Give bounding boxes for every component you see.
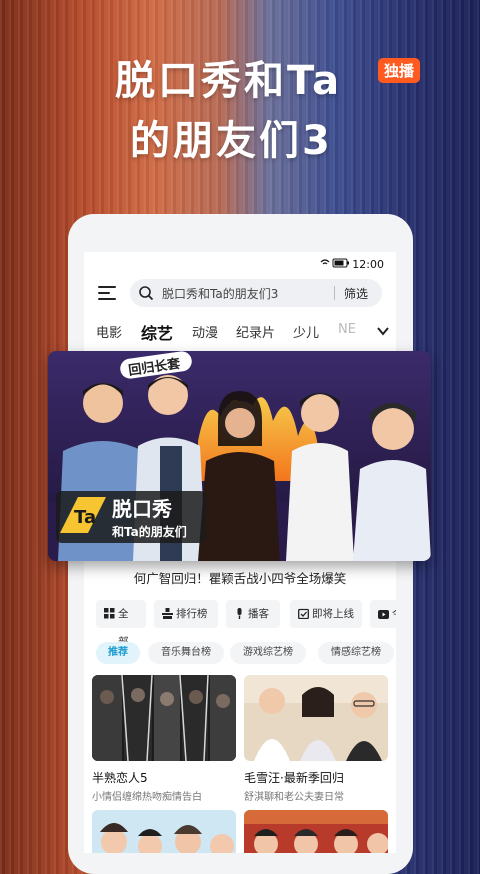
hero-banner[interactable]: Ta 脱口秀 和Ta的朋友们 回归长套	[48, 351, 431, 561]
quick-link-upcoming[interactable]: 即将上线	[290, 600, 362, 628]
pill-game-variety[interactable]: 游戏综艺榜	[230, 642, 306, 664]
tab-more[interactable]: NE	[338, 322, 356, 337]
banner-logo-subtitle: 和Ta的朋友们	[111, 524, 187, 539]
category-tabs: 电影 综艺 动漫 纪录片 少儿 NE	[96, 320, 396, 344]
quick-links: 全部 排行榜 播客 即将上线	[96, 600, 396, 648]
quick-link-today[interactable]: 今	[370, 600, 396, 628]
calendar-icon	[298, 608, 309, 619]
exclusive-badge: 独播	[378, 58, 421, 83]
clock: 12:00	[352, 258, 384, 271]
show-title: 半熟恋人5	[92, 771, 148, 785]
search-bar[interactable]: 脱口秀和Ta的朋友们3 筛选	[130, 279, 382, 307]
chevron-down-icon[interactable]	[376, 324, 390, 338]
show-subtitle: 舒淇聊和老公夫妻日常	[244, 792, 344, 803]
microphone-icon	[237, 608, 242, 619]
tv-icon	[378, 610, 389, 619]
show-thumbnail	[92, 675, 236, 761]
headline-line-2: 的朋友们3	[130, 118, 333, 164]
ranking-icon	[162, 608, 173, 619]
status-bar: 12:00	[84, 252, 396, 276]
tab-anime[interactable]: 动漫	[192, 322, 218, 341]
tab-documentary[interactable]: 纪录片	[236, 322, 275, 341]
quick-link-ranking[interactable]: 排行榜	[154, 600, 218, 628]
show-thumbnail	[244, 675, 388, 761]
quick-link-all[interactable]: 全部	[96, 600, 146, 648]
show-subtitle: 小情侣缠绵热吻痴情告白	[92, 792, 202, 803]
banner-logo-mark: Ta	[74, 507, 96, 528]
menu-icon[interactable]	[98, 286, 116, 300]
quick-link-podcast[interactable]: 播客	[226, 600, 280, 628]
search-divider	[334, 286, 335, 300]
show-thumbnail-partial[interactable]	[92, 810, 236, 853]
signal-battery-icon	[320, 258, 350, 271]
headline-line-1: 脱口秀和Ta	[115, 58, 343, 104]
filter-button[interactable]: 筛选	[344, 285, 368, 302]
pill-romance-variety[interactable]: 情感综艺榜	[318, 642, 394, 664]
pill-recommended[interactable]: 推荐	[96, 642, 140, 664]
tab-kids[interactable]: 少儿	[293, 322, 319, 341]
tab-variety[interactable]: 综艺	[141, 320, 173, 344]
banner-artwork: Ta 脱口秀 和Ta的朋友们 回归长套	[48, 351, 431, 561]
banner-logo-title: 脱口秀	[112, 497, 172, 521]
search-icon	[139, 286, 154, 301]
quick-link-label: 播客	[248, 608, 269, 620]
search-input[interactable]: 脱口秀和Ta的朋友们3	[162, 285, 278, 302]
pill-music-stage[interactable]: 音乐舞台榜	[148, 642, 224, 664]
quick-link-label: 即将上线	[312, 608, 354, 620]
show-thumbnail-partial[interactable]	[244, 810, 388, 853]
tab-movie[interactable]: 电影	[96, 322, 122, 341]
show-title: 毛雪汪·最新季回归	[244, 771, 344, 785]
banner-caption[interactable]: 何广智回归！瞿颖舌战小四爷全场爆笑	[84, 568, 396, 587]
quick-link-label: 排行榜	[176, 608, 208, 620]
grid-icon	[104, 608, 115, 619]
quick-link-label: 今	[392, 608, 396, 620]
